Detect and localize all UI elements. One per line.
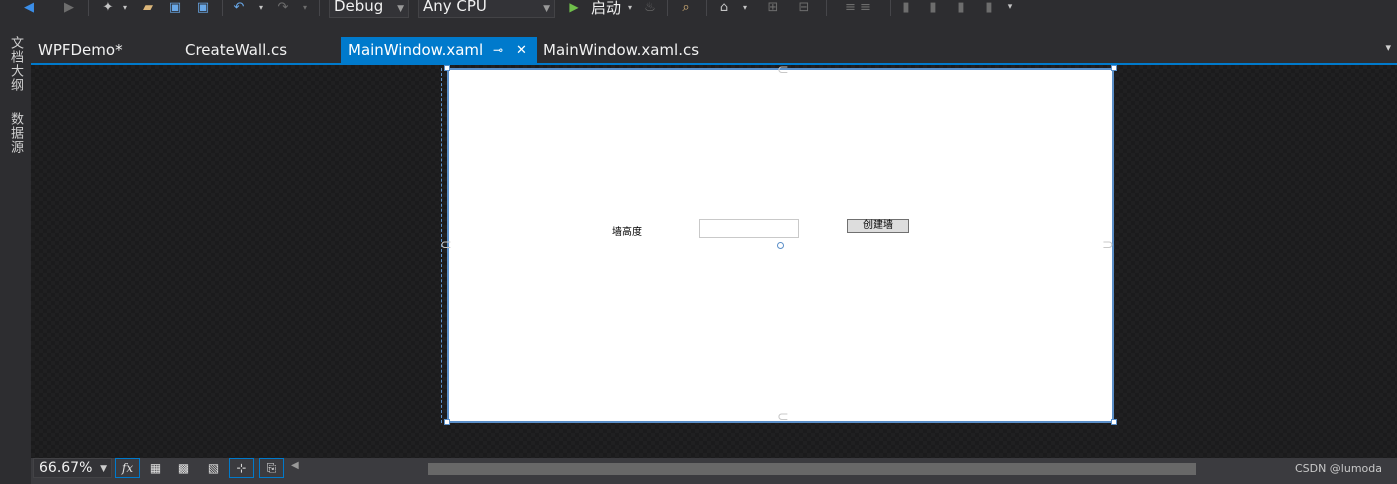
toolbar-overflow-icon[interactable]: ▾ [1004,0,1016,14]
effects-toggle-button[interactable]: fx [115,458,140,478]
close-icon[interactable]: ✕ [516,37,527,64]
watermark-text: CSDN @lumoda [1294,462,1382,475]
document-tab-strip: WPFDemo* CreateWall.cs MainWindow.xaml ⊸… [31,37,1397,64]
snap-grid-icon[interactable]: ▩ [171,458,196,478]
save-icon[interactable]: ▣ [166,0,184,15]
forward-icon[interactable]: ▶ [60,0,78,15]
chevron-down-icon: ▼ [397,4,404,14]
left-tool-rail: 文档大纲 数据源 [0,26,31,484]
selection-adorner-icon[interactable] [777,242,784,249]
right-anchor-clip-icon[interactable]: ⊃ [1102,237,1114,253]
tab-overflow-icon[interactable]: ▾ [1385,41,1391,54]
wall-height-label: 墙高度 [612,227,642,238]
platform-value: Any CPU [423,0,487,15]
chevron-down-icon[interactable]: ▾ [120,0,130,14]
tab-mainwindow-xaml[interactable]: MainWindow.xaml ⊸ ✕ [341,37,537,64]
back-icon[interactable]: ◀ [20,0,38,15]
chevron-down-icon: ▼ [100,464,107,474]
xaml-designer-surface[interactable]: 墙高度 创建墙 ⊂ ⊂ ⊃ ⊂ [31,62,1397,458]
snap-lines-icon[interactable]: ⊹ [229,458,254,478]
tab-createwall-cs[interactable]: CreateWall.cs [178,37,328,64]
hot-reload-icon[interactable]: ♨ [642,0,658,15]
resize-handle-bottom-right[interactable] [1111,419,1117,425]
indent-icon[interactable]: ≡ ≡ [834,0,882,15]
chevron-down-icon: ▼ [543,4,550,14]
undo-icon[interactable]: ↶ [230,0,248,15]
horizontal-scrollbar[interactable] [428,463,1196,475]
bookmark-clear-icon[interactable]: ▮ [980,0,998,15]
home-icon[interactable]: ⌂ [714,0,734,15]
open-folder-icon[interactable]: ▰ [138,0,158,15]
chevron-down-icon[interactable]: ▾ [256,0,266,14]
create-wall-button[interactable]: 创建墙 [847,219,909,233]
grid-toggle-icon[interactable]: ▦ [143,458,168,478]
bookmark-next-icon[interactable]: ▮ [952,0,970,15]
bookmark-icon[interactable]: ▮ [898,0,914,15]
bottom-anchor-clip-icon[interactable]: ⊂ [777,409,789,425]
zoom-dropdown[interactable]: 66.67% ▼ [33,458,112,478]
uncomment-icon[interactable]: ⊟ [792,0,816,15]
main-toolbar: ◀ ▶ ✦ ▾ ▰ ▣ ▣ ↶ ▾ ↷ ▾ Debug ▼ Any CPU ▼ … [0,0,1397,26]
start-button-label[interactable]: 启动 [588,0,624,17]
designer-bottom-bar: 66.67% ▼ fx ▦ ▩ ▧ ⊹ ⎘ ◀ CSDN @lumoda [31,458,1397,484]
chevron-down-icon[interactable]: ▾ [740,0,750,14]
tab-mainwindow-xaml-cs[interactable]: MainWindow.xaml.cs [536,37,736,64]
new-project-icon[interactable]: ✦ [98,0,118,15]
wall-height-textbox[interactable] [699,219,799,238]
pin-icon[interactable]: ⊸ [493,37,503,64]
tab-label: MainWindow.xaml [348,41,484,59]
document-outline-tab[interactable]: 文档大纲 [3,36,25,92]
chevron-down-icon[interactable]: ▾ [300,0,310,14]
top-anchor-clip-icon[interactable]: ⊂ [777,62,789,78]
scroll-left-icon[interactable]: ◀ [291,460,299,471]
chevron-down-icon[interactable]: ▾ [625,0,635,14]
resize-handle-bottom-left[interactable] [444,419,450,425]
bookmark-prev-icon[interactable]: ▮ [924,0,942,15]
configuration-dropdown[interactable]: Debug ▼ [329,0,409,18]
tab-wpfdemo[interactable]: WPFDemo* [31,37,171,64]
find-in-files-icon[interactable]: ⌕ [675,0,697,15]
wpf-window-preview[interactable]: 墙高度 创建墙 [447,68,1114,423]
platform-dropdown[interactable]: Any CPU ▼ [418,0,555,18]
resize-handle-top-right[interactable] [1111,65,1117,71]
redo-icon[interactable]: ↷ [274,0,292,15]
left-anchor-clip-icon[interactable]: ⊂ [440,237,452,253]
start-icon[interactable]: ▶ [566,0,582,14]
save-all-icon[interactable]: ▣ [192,0,214,15]
data-sources-tab[interactable]: 数据源 [3,112,25,154]
project-code-icon[interactable]: ⎘ [259,458,284,478]
comment-icon[interactable]: ⊞ [758,0,788,15]
configuration-value: Debug [334,0,384,15]
zoom-value: 66.67% [39,460,93,476]
transparency-icon[interactable]: ▧ [201,458,226,478]
resize-handle-top-left[interactable] [444,65,450,71]
